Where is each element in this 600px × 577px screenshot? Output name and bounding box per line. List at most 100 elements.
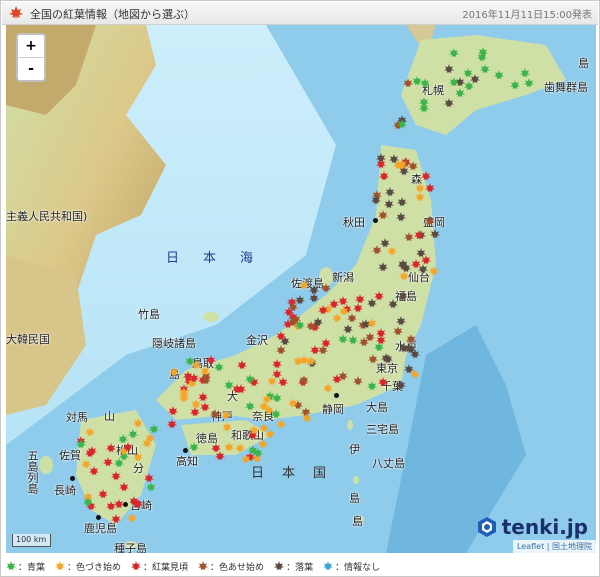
leaf-marker-icon[interactable]	[244, 400, 255, 411]
zoom-out-button[interactable]: -	[18, 57, 44, 80]
leaf-marker-icon[interactable]	[310, 344, 321, 355]
leaf-marker-icon[interactable]	[223, 442, 234, 453]
leaf-marker-icon[interactable]	[397, 197, 408, 208]
leaf-marker-icon[interactable]	[298, 355, 309, 366]
leaf-marker-icon[interactable]	[189, 442, 200, 453]
leaf-marker-icon[interactable]	[190, 398, 201, 409]
leaf-marker-icon[interactable]	[88, 466, 99, 477]
leaf-marker-icon[interactable]	[402, 77, 413, 88]
leaf-marker-icon[interactable]	[377, 377, 388, 388]
leaf-marker-icon[interactable]	[235, 442, 246, 453]
leaf-marker-icon[interactable]	[374, 290, 385, 301]
leaf-marker-icon[interactable]	[190, 359, 201, 370]
leaf-marker-icon[interactable]	[309, 292, 320, 303]
leaf-marker-icon[interactable]	[200, 375, 211, 386]
leaf-marker-icon[interactable]	[179, 393, 190, 404]
leaf-marker-icon[interactable]	[240, 454, 251, 465]
leaf-marker-icon[interactable]	[383, 199, 394, 210]
leaf-marker-icon[interactable]	[398, 270, 409, 281]
leaf-marker-icon[interactable]	[189, 372, 200, 383]
leaf-marker-icon[interactable]	[430, 229, 441, 240]
leaf-marker-icon[interactable]	[252, 448, 263, 459]
leaf-marker-icon[interactable]	[277, 377, 288, 388]
leaf-marker-icon[interactable]	[477, 51, 488, 62]
leaf-marker-icon[interactable]	[313, 317, 324, 328]
leaf-marker-icon[interactable]	[443, 64, 454, 75]
leaf-marker-icon[interactable]	[272, 368, 283, 379]
leaf-marker-icon[interactable]	[454, 87, 465, 98]
leaf-marker-icon[interactable]	[145, 432, 156, 443]
leaf-marker-icon[interactable]	[523, 77, 534, 88]
leaf-marker-icon[interactable]	[132, 417, 143, 428]
leaf-marker-icon[interactable]	[231, 383, 242, 394]
leaf-marker-icon[interactable]	[366, 317, 377, 328]
leaf-marker-icon[interactable]	[404, 342, 415, 353]
leaf-marker-icon[interactable]	[429, 265, 440, 276]
leaf-marker-icon[interactable]	[222, 422, 233, 433]
leaf-marker-icon[interactable]	[122, 441, 133, 452]
leaf-marker-icon[interactable]	[338, 306, 349, 317]
leaf-marker-icon[interactable]	[129, 496, 140, 507]
leaf-marker-icon[interactable]	[443, 97, 454, 108]
leaf-marker-icon[interactable]	[276, 331, 287, 342]
leaf-marker-icon[interactable]	[276, 419, 287, 430]
leaf-marker-icon[interactable]	[287, 397, 298, 408]
leaf-marker-icon[interactable]	[259, 423, 270, 434]
leaf-marker-icon[interactable]	[83, 496, 94, 507]
leaf-marker-icon[interactable]	[271, 409, 282, 420]
leaf-marker-icon[interactable]	[291, 314, 302, 325]
leaf-marker-icon[interactable]	[397, 118, 408, 129]
leaf-marker-icon[interactable]	[221, 409, 232, 420]
leaf-marker-icon[interactable]	[380, 238, 391, 249]
leaf-marker-icon[interactable]	[397, 260, 408, 271]
map-canvas[interactable]: + - 日本海 日本国 主義人民共和国) 大韓民国 歯舞群島 島 佐渡島 隠岐諸…	[6, 25, 596, 553]
leaf-marker-icon[interactable]	[338, 370, 349, 381]
leaf-marker-icon[interactable]	[258, 438, 269, 449]
leaf-marker-icon[interactable]	[395, 379, 406, 390]
leaf-marker-icon[interactable]	[416, 247, 427, 258]
leaf-marker-icon[interactable]	[111, 471, 122, 482]
leaf-marker-icon[interactable]	[86, 446, 97, 457]
leaf-marker-icon[interactable]	[379, 170, 390, 181]
leaf-marker-icon[interactable]	[376, 335, 387, 346]
leaf-marker-icon[interactable]	[106, 501, 117, 512]
leaf-marker-icon[interactable]	[276, 345, 287, 356]
leaf-marker-icon[interactable]	[494, 69, 505, 80]
leaf-marker-icon[interactable]	[366, 380, 377, 391]
leaf-marker-icon[interactable]	[420, 171, 431, 182]
leaf-marker-icon[interactable]	[352, 302, 363, 313]
leaf-marker-icon[interactable]	[199, 401, 210, 412]
leaf-marker-icon[interactable]	[368, 354, 378, 365]
leaf-marker-icon[interactable]	[419, 103, 430, 114]
leaf-marker-icon[interactable]	[408, 160, 419, 171]
leaf-marker-icon[interactable]	[298, 280, 309, 291]
leaf-marker-icon[interactable]	[424, 183, 435, 194]
leaf-marker-icon[interactable]	[377, 209, 388, 220]
leaf-marker-icon[interactable]	[397, 291, 408, 301]
leaf-marker-icon[interactable]	[244, 374, 255, 385]
leaf-marker-icon[interactable]	[119, 482, 130, 493]
leaf-marker-icon[interactable]	[449, 47, 460, 58]
leaf-marker-icon[interactable]	[338, 296, 349, 307]
leaf-marker-icon[interactable]	[378, 262, 389, 273]
leaf-marker-icon[interactable]	[322, 382, 333, 393]
leaf-marker-icon[interactable]	[415, 192, 426, 203]
leaf-marker-icon[interactable]	[76, 438, 87, 449]
leaf-marker-icon[interactable]	[111, 514, 122, 524]
leaf-marker-icon[interactable]	[425, 216, 436, 227]
leaf-marker-icon[interactable]	[213, 361, 224, 372]
leaf-marker-icon[interactable]	[210, 408, 221, 419]
leaf-marker-icon[interactable]	[133, 451, 144, 462]
leaf-marker-icon[interactable]	[301, 413, 312, 424]
leaf-marker-icon[interactable]	[248, 424, 259, 435]
leaf-marker-icon[interactable]	[168, 366, 179, 377]
leaf-marker-icon[interactable]	[126, 512, 137, 523]
leaf-marker-icon[interactable]	[449, 77, 460, 88]
leaf-marker-icon[interactable]	[375, 158, 386, 169]
leaf-marker-icon[interactable]	[262, 393, 273, 404]
leaf-marker-icon[interactable]	[199, 365, 210, 376]
leaf-marker-icon[interactable]	[352, 375, 363, 386]
leaf-marker-icon[interactable]	[395, 212, 406, 223]
leaf-marker-icon[interactable]	[338, 334, 349, 345]
leaf-marker-icon[interactable]	[480, 63, 491, 74]
